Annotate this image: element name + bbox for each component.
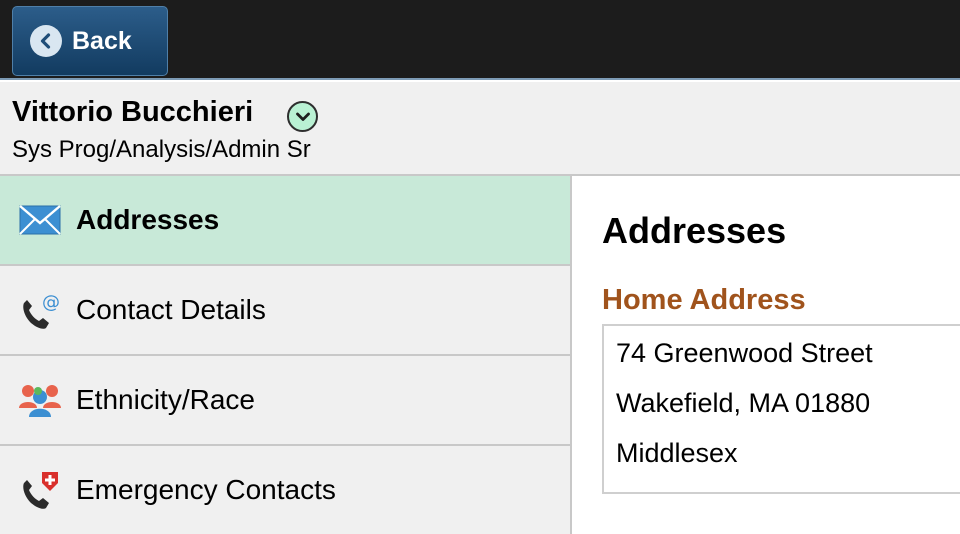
people-icon — [18, 378, 62, 422]
sidebar-item-label: Addresses — [76, 204, 220, 235]
employee-title: Sys Prog/Analysis/Admin Sr — [12, 136, 311, 163]
phone-at-icon: @ — [18, 288, 62, 332]
page-title: Addresses — [602, 210, 787, 251]
phone-emergency-icon — [18, 468, 62, 512]
sidebar-item-ethnicity-race[interactable]: Ethnicity/Race — [0, 356, 570, 446]
sidebar: Addresses @ Contact Details Ethnicity/Ra… — [0, 176, 572, 534]
svg-text:@: @ — [42, 292, 60, 313]
chevron-left-icon — [30, 25, 62, 57]
envelope-icon — [18, 198, 62, 242]
chevron-down-icon[interactable] — [287, 101, 318, 132]
sidebar-item-addresses[interactable]: Addresses — [0, 176, 570, 266]
back-button[interactable]: Back — [12, 6, 168, 76]
main-content: Addresses Home Address 74 Greenwood Stre… — [572, 176, 960, 534]
sidebar-item-label: Emergency Contacts — [76, 474, 336, 505]
address-card[interactable]: 74 Greenwood Street Wakefield, MA 01880 … — [602, 324, 960, 494]
sidebar-item-label: Contact Details — [76, 294, 266, 325]
sidebar-item-emergency-contacts[interactable]: Emergency Contacts — [0, 446, 570, 534]
address-line-county: Middlesex — [616, 438, 738, 468]
address-line-city: Wakefield, MA 01880 — [616, 388, 871, 418]
top-bar: Back — [0, 0, 960, 80]
employee-header: Vittorio Bucchieri Sys Prog/Analysis/Adm… — [0, 82, 960, 176]
address-line-street: 74 Greenwood Street — [616, 338, 873, 368]
sidebar-item-contact-details[interactable]: @ Contact Details — [0, 266, 570, 356]
back-button-label: Back — [72, 26, 132, 55]
sidebar-item-label: Ethnicity/Race — [76, 384, 255, 415]
section-title: Home Address — [602, 284, 806, 316]
employee-name: Vittorio Bucchieri — [12, 96, 254, 128]
